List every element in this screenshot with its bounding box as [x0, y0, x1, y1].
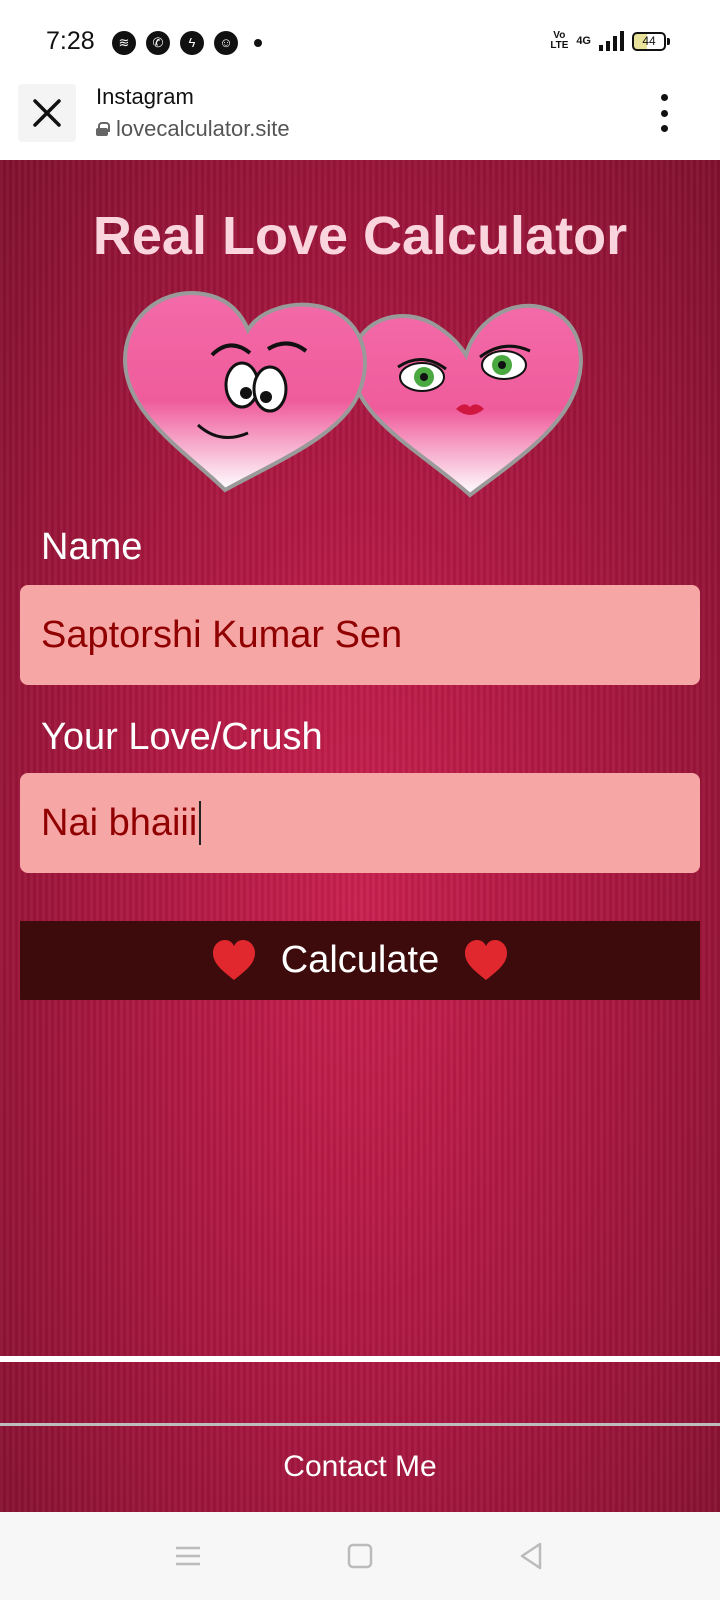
system-navigation-bar: [0, 1512, 720, 1600]
home-icon[interactable]: [344, 1540, 376, 1572]
system-status: Vo LTE 4G 44: [550, 30, 670, 51]
web-page: Real Love Calculator Name Saptorshi Kuma…: [0, 160, 720, 1512]
menu-icon[interactable]: [172, 1540, 204, 1572]
text-caret: [199, 801, 202, 845]
name-input-value: Saptorshi Kumar Sen: [41, 613, 403, 656]
notification-icons: ≋ ✆ ϟ ☺: [112, 31, 262, 55]
in-app-browser-header: Instagram lovecalculator.site: [0, 80, 720, 160]
calculate-label: Calculate: [280, 939, 440, 981]
network-type: 4G: [576, 35, 591, 47]
spotify-icon: ≋: [112, 31, 136, 55]
crush-input[interactable]: Nai bhaiii: [20, 773, 700, 873]
heart-icon: [465, 939, 508, 980]
browser-app-title: Instagram: [96, 84, 194, 109]
back-icon[interactable]: [516, 1540, 548, 1572]
contact-me-link[interactable]: Contact Me: [0, 1450, 720, 1484]
hearts-logo: [122, 291, 583, 498]
chat-icon: ☺: [214, 31, 238, 55]
crush-input-value: Nai bhaiii: [41, 801, 198, 844]
page-title: Real Love Calculator: [92, 206, 628, 266]
close-icon: [33, 99, 61, 127]
whatsapp-icon: ✆: [146, 31, 170, 55]
status-bar: 7:28 ≋ ✆ ϟ ☺ Vo LTE 4G 44: [0, 0, 720, 80]
calculate-button[interactable]: Calculate: [20, 921, 700, 1000]
kebab-dot: [660, 109, 668, 117]
heart-icon: [212, 939, 255, 980]
battery-icon: 44: [632, 31, 670, 51]
kebab-dot: [660, 94, 668, 101]
url-text: lovecalculator.site: [116, 116, 290, 141]
crush-label: Your Love/Crush: [41, 716, 323, 758]
name-label: Name: [41, 526, 143, 568]
footer-divider: [0, 1423, 720, 1426]
right-heart-icon: [349, 303, 583, 498]
signal-icon: [599, 31, 624, 51]
more-notifications-icon: [254, 39, 262, 47]
more-options-button[interactable]: [656, 94, 672, 132]
battery-level: 44: [642, 33, 656, 48]
url-bar[interactable]: lovecalculator.site: [96, 116, 290, 142]
messenger-icon: ϟ: [180, 31, 204, 55]
lock-icon: [96, 122, 110, 136]
section-divider: [0, 1356, 720, 1362]
kebab-dot: [660, 125, 668, 132]
close-button[interactable]: [18, 84, 76, 142]
volte-indicator: Vo LTE: [550, 30, 569, 51]
status-time: 7:28: [46, 27, 95, 55]
name-input[interactable]: Saptorshi Kumar Sen: [20, 585, 700, 685]
